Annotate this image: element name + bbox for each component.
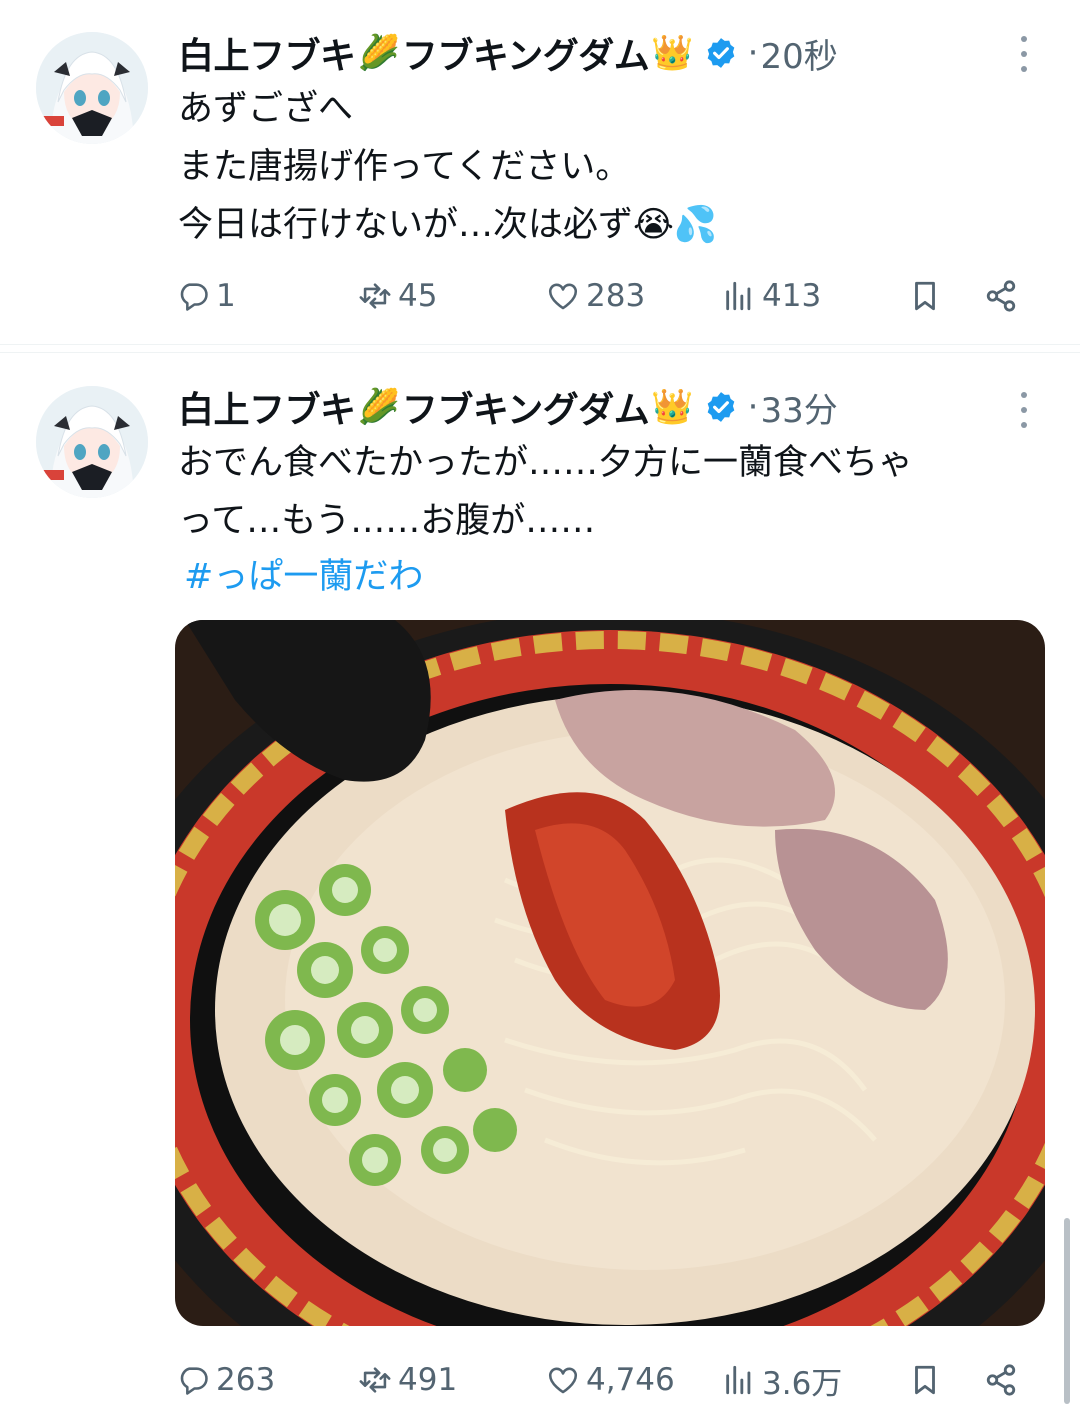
hashtag-link[interactable]: #っぱ一蘭だわ xyxy=(184,548,423,599)
crown-emoji: 👑 xyxy=(651,387,694,427)
separator-dot: · xyxy=(747,387,759,427)
like-icon xyxy=(548,1367,578,1394)
author-name-suffix[interactable]: フブキングダム xyxy=(402,381,650,433)
share-icon xyxy=(986,1364,1016,1396)
more-icon[interactable] xyxy=(1012,390,1036,430)
scrollbar[interactable] xyxy=(1064,1218,1070,1404)
avatar[interactable] xyxy=(36,386,148,498)
like-button[interactable]: 4,746 xyxy=(546,1352,675,1408)
verified-badge-icon xyxy=(707,392,734,422)
retweet-icon xyxy=(359,1367,391,1393)
retweet-button[interactable]: 491 xyxy=(358,1352,457,1408)
bookmark-button[interactable] xyxy=(908,1352,948,1408)
action-bar: 263 491 4,746 3.6万 xyxy=(0,1352,1080,1408)
tweet[interactable]: 白上フブキ 🌽 フブキングダム 👑 · 33分 おでん食べたかったが……夕方に一… xyxy=(0,0,1080,1427)
ramen-photo xyxy=(175,620,1045,1326)
views-icon xyxy=(726,1365,751,1395)
tweet-photo[interactable] xyxy=(175,620,1045,1326)
timestamp[interactable]: 33分 xyxy=(760,383,837,432)
views-count: 3.6万 xyxy=(762,1365,843,1402)
tweet-text: おでん食べたかったが……夕方に一蘭食べちゃ って…もう……お腹が…… xyxy=(178,443,914,541)
retweet-count: 491 xyxy=(398,1362,458,1398)
share-button[interactable] xyxy=(984,1352,1024,1408)
like-count: 4,746 xyxy=(586,1362,675,1398)
views-button[interactable]: 3.6万 xyxy=(722,1352,842,1408)
author-name[interactable]: 白上フブキ xyxy=(178,381,356,433)
reply-button[interactable]: 263 xyxy=(176,1352,275,1408)
corn-emoji: 🌽 xyxy=(357,387,400,427)
reply-count: 263 xyxy=(216,1362,276,1398)
bookmark-icon xyxy=(915,1365,935,1395)
reply-icon xyxy=(180,1367,208,1395)
tweet-header: 白上フブキ 🌽 フブキングダム 👑 · 33分 xyxy=(178,382,838,432)
